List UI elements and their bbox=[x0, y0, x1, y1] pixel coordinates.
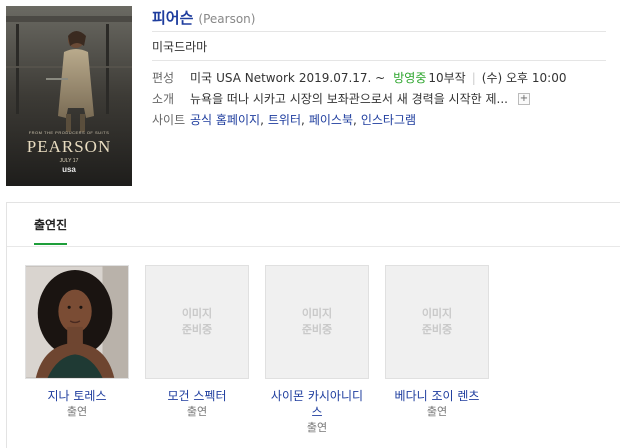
schedule-date: 2019.07.17. ~ bbox=[298, 70, 386, 85]
site-sep: , bbox=[301, 112, 305, 127]
intro-text: 뉴욕을 떠나 시카고 시장의 보좌관으로서 새 경력을 시작한 제... bbox=[190, 92, 508, 106]
placeholder-line1: 이미지 bbox=[301, 307, 333, 320]
schedule-episodes: 10부작 bbox=[428, 71, 466, 85]
title-row: 피어슨 (Pearson) bbox=[152, 6, 606, 32]
show-poster[interactable]: FROM THE PRODUCERS OF SUITS PEARSON JULY… bbox=[6, 6, 132, 186]
cast-photo-image bbox=[26, 266, 128, 378]
schedule-country: 미국 bbox=[190, 71, 213, 85]
placeholder-line2: 준비중 bbox=[421, 323, 453, 336]
cast-name[interactable]: 모건 스펙터 bbox=[145, 388, 249, 404]
cast-photo[interactable] bbox=[25, 265, 129, 379]
poster-date: JULY 17 bbox=[59, 158, 79, 164]
cast-card[interactable]: 이미지 준비중 모건 스펙터 출연 bbox=[145, 265, 249, 419]
cast-photo-placeholder[interactable]: 이미지 준비중 bbox=[265, 265, 369, 379]
cast-role: 출연 bbox=[186, 405, 208, 418]
cast-panel: 출연진 지나 토레스 출연 이미지 준비중 모건 스펙터 출연 이미지 준비중 … bbox=[6, 202, 620, 448]
site-link-official[interactable]: 공식 홈페이지 bbox=[190, 111, 260, 128]
site-sep: , bbox=[353, 112, 357, 127]
schedule-network: USA Network bbox=[216, 70, 295, 85]
cast-card[interactable]: 이미지 준비중 베다니 조이 렌츠 출연 bbox=[385, 265, 489, 419]
cast-card[interactable]: 지나 토레스 출연 bbox=[25, 265, 129, 419]
intro-label: 소개 bbox=[152, 92, 175, 106]
show-original-title: (Pearson) bbox=[198, 12, 256, 26]
cast-name[interactable]: 지나 토레스 bbox=[25, 388, 129, 404]
placeholder-line1: 이미지 bbox=[421, 307, 453, 320]
cast-role: 출연 bbox=[426, 405, 448, 418]
cast-photo-placeholder[interactable]: 이미지 준비중 bbox=[145, 265, 249, 379]
cast-tabbar: 출연진 bbox=[7, 203, 620, 247]
placeholder-line2: 준비중 bbox=[181, 323, 213, 336]
schedule-status: 방영중 bbox=[393, 71, 427, 85]
cast-role: 출연 bbox=[306, 421, 328, 434]
schedule-label: 편성 bbox=[152, 71, 175, 85]
site-sep: , bbox=[260, 112, 264, 127]
meta-row-site: 사이트 공식 홈페이지, 트위터, 페이스북, 인스타그램 bbox=[152, 109, 606, 130]
cast-name[interactable]: 사이몬 카시아니디스 bbox=[265, 388, 369, 420]
cast-role: 출연 bbox=[66, 405, 88, 418]
poster-title: PEARSON bbox=[26, 137, 112, 156]
cast-name[interactable]: 베다니 조이 렌츠 bbox=[385, 388, 489, 404]
tab-cast[interactable]: 출연진 bbox=[34, 216, 68, 245]
meta-list: 편성 미국 USA Network 2019.07.17. ~ 방영중 10부작… bbox=[152, 61, 606, 130]
site-link-instagram[interactable]: 인스타그램 bbox=[361, 111, 416, 128]
meta-row-schedule: 편성 미국 USA Network 2019.07.17. ~ 방영중 10부작… bbox=[152, 67, 606, 88]
poster-network-logo: usa bbox=[62, 165, 76, 174]
intro-expand-button[interactable]: + bbox=[517, 92, 530, 105]
cast-card[interactable]: 이미지 준비중 사이몬 카시아니디스 출연 bbox=[265, 265, 369, 435]
placeholder-line1: 이미지 bbox=[181, 307, 213, 320]
cast-photo-placeholder[interactable]: 이미지 준비중 bbox=[385, 265, 489, 379]
genre-row: 미국드라마 bbox=[152, 32, 606, 61]
meta-row-intro: 소개 뉴욕을 떠나 시카고 시장의 보좌관으로서 새 경력을 시작한 제... … bbox=[152, 88, 606, 109]
show-info: 피어슨 (Pearson) 미국드라마 편성 미국 USA Network 20… bbox=[152, 6, 606, 130]
show-genre: 미국드라마 bbox=[152, 39, 208, 54]
site-label: 사이트 bbox=[152, 113, 186, 127]
poster-tagline: FROM THE PRODUCERS OF SUITS bbox=[28, 130, 110, 135]
site-link-twitter[interactable]: 트위터 bbox=[268, 111, 301, 128]
schedule-time: (수) 오후 10:00 bbox=[481, 71, 567, 85]
site-link-facebook[interactable]: 페이스북 bbox=[309, 111, 353, 128]
placeholder-line2: 준비중 bbox=[301, 323, 333, 336]
show-title-link[interactable]: 피어슨 bbox=[152, 7, 193, 28]
schedule-separator: | bbox=[471, 70, 476, 85]
